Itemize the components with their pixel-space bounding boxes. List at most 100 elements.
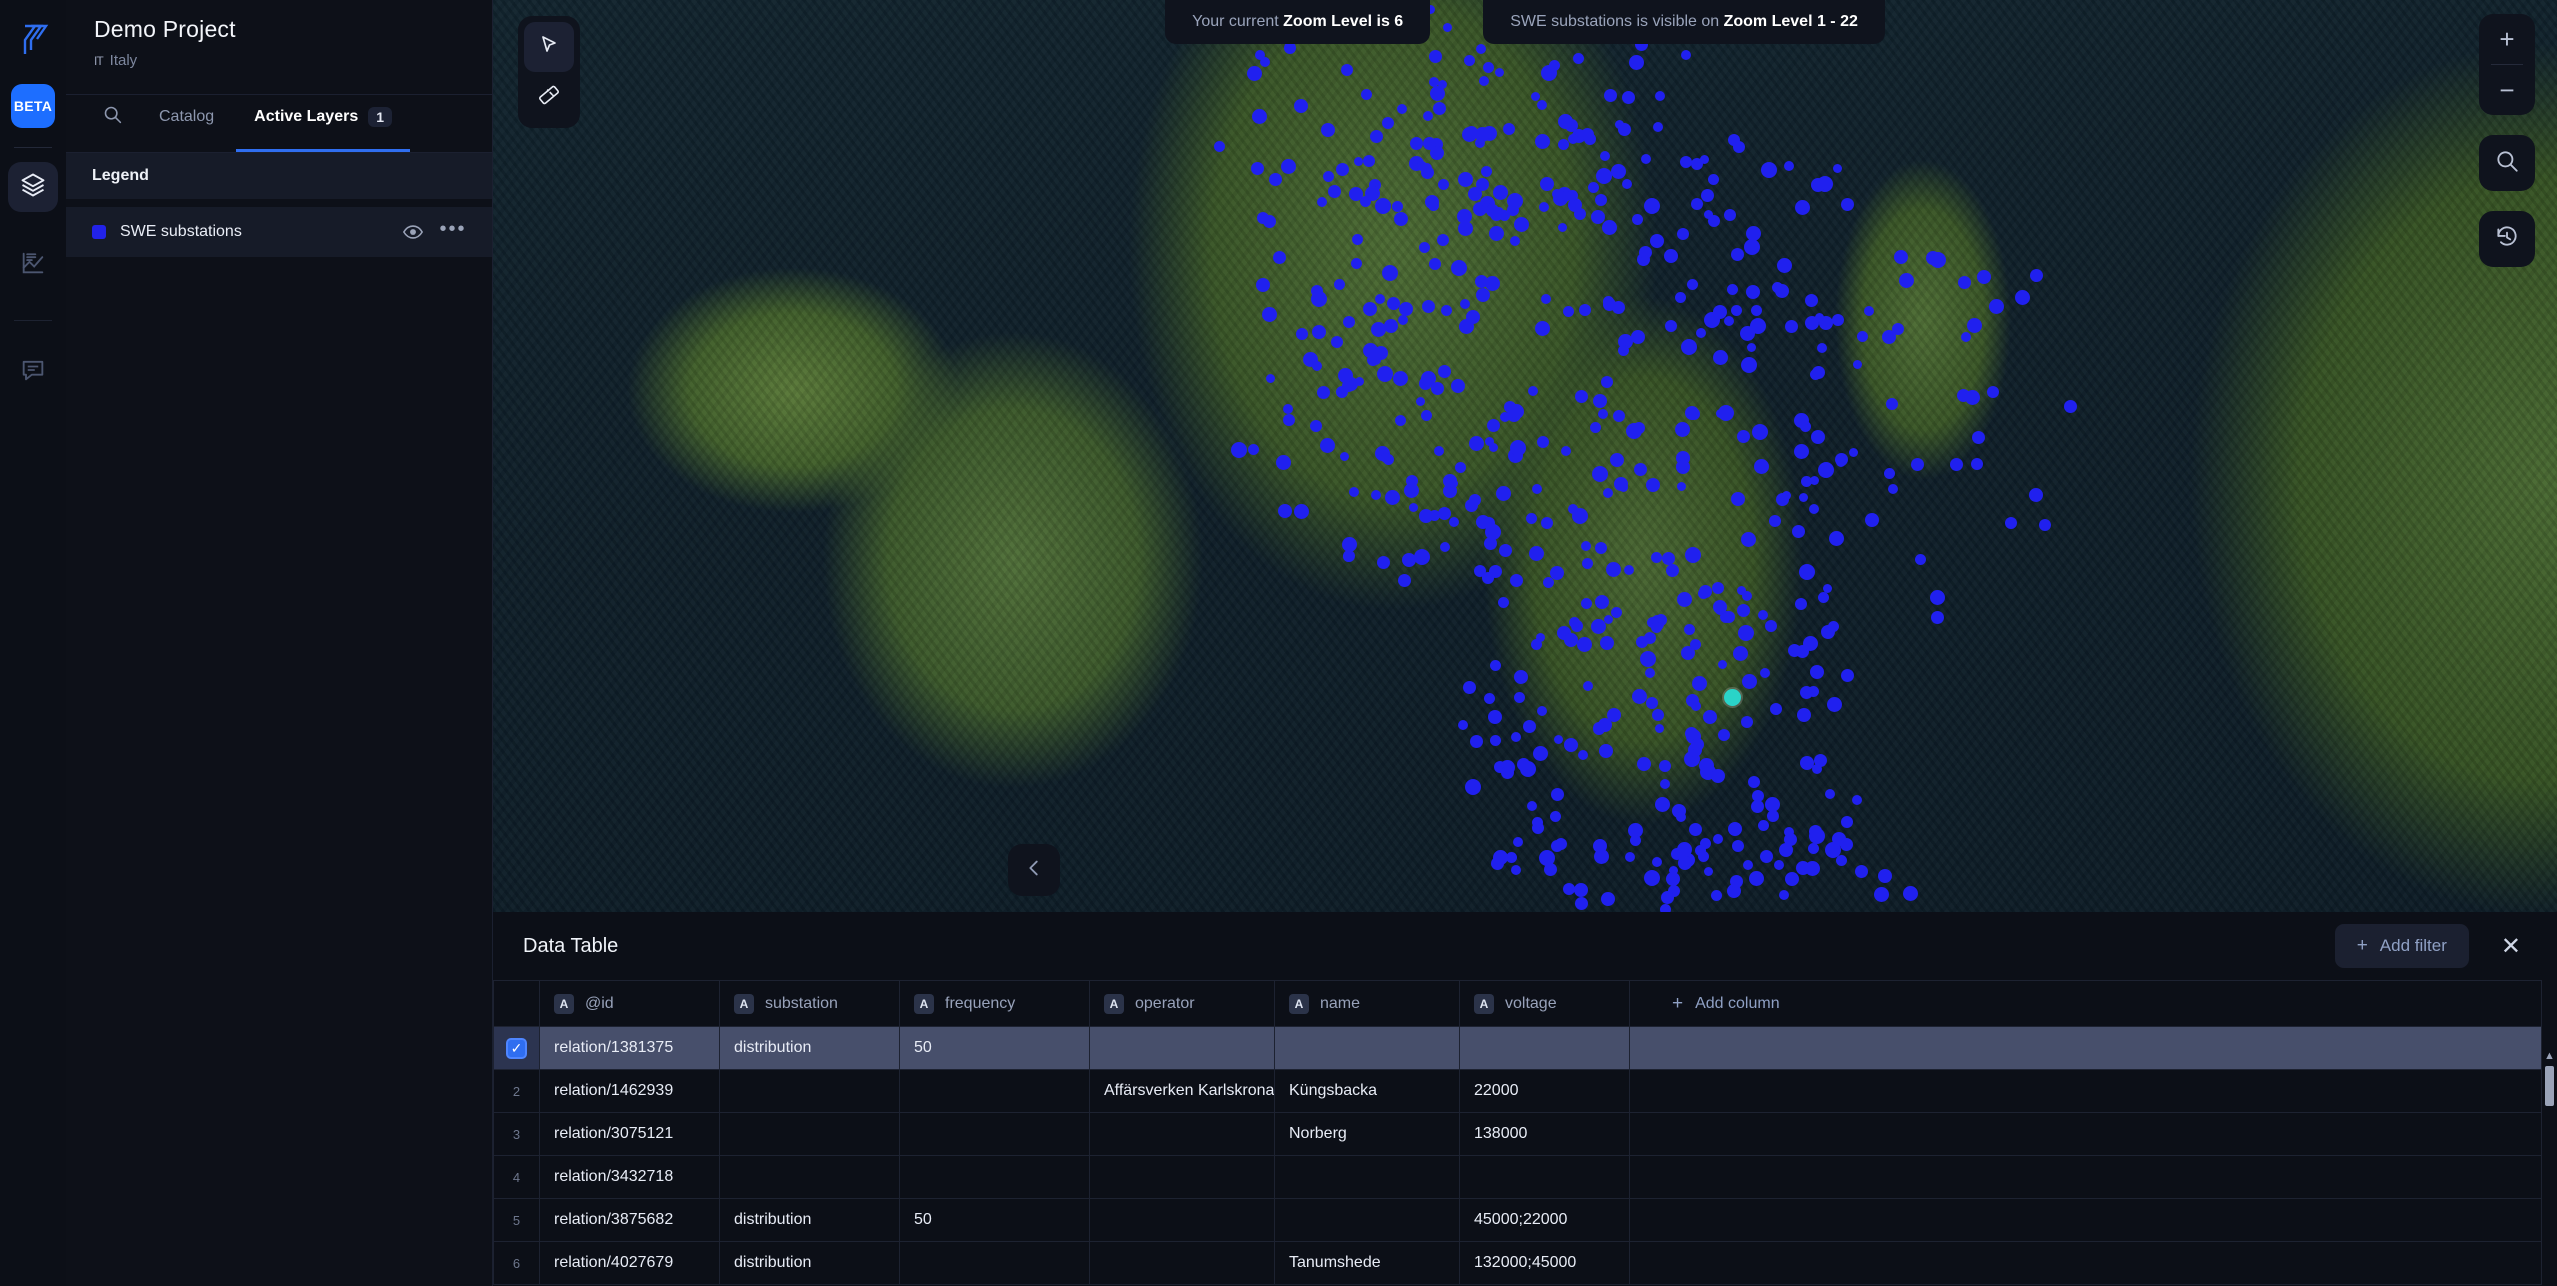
map-marker[interactable] [1488,710,1502,724]
map-marker[interactable] [1661,891,1674,904]
map-marker[interactable] [1231,442,1247,458]
map-marker[interactable] [1724,209,1736,221]
table-cell-voltage[interactable]: 22000 [1459,1069,1630,1113]
map-marker[interactable] [1713,350,1728,365]
map-marker[interactable] [1931,611,1944,624]
map-marker[interactable] [1416,397,1425,406]
map-marker[interactable] [1637,757,1651,771]
map-marker[interactable] [1751,305,1762,316]
map-marker[interactable] [1434,446,1444,456]
table-cell-frequency[interactable] [899,1112,1090,1156]
map-marker[interactable] [1276,455,1291,470]
table-cell-id[interactable]: relation/1381375 [539,1026,720,1070]
map-marker[interactable] [1950,458,1963,471]
table-cell-frequency[interactable]: 50 [899,1198,1090,1242]
map-marker[interactable] [1677,228,1689,240]
map-marker[interactable] [1581,598,1592,609]
map-marker[interactable] [1741,532,1756,547]
map-marker[interactable] [1785,320,1798,333]
map-marker[interactable] [1513,837,1523,847]
map-marker[interactable] [1972,431,1985,444]
map-marker[interactable] [1731,248,1744,261]
map-marker[interactable] [1698,588,1709,599]
map-marker[interactable] [1698,851,1709,862]
map-marker[interactable] [1468,187,1482,201]
map-marker[interactable] [1676,812,1686,822]
map-marker[interactable] [1855,865,1868,878]
map-marker[interactable] [1487,419,1500,432]
map-marker[interactable] [1377,556,1390,569]
map-marker[interactable] [1598,718,1612,732]
map-marker[interactable] [1681,339,1697,355]
map-marker[interactable] [1475,127,1490,142]
map-marker[interactable] [1660,779,1670,789]
map-marker[interactable] [1742,674,1757,689]
map-marker[interactable] [1510,236,1520,246]
map-marker[interactable] [1375,294,1385,304]
map-marker[interactable] [1758,610,1768,620]
map-marker[interactable] [1874,887,1889,902]
map-marker[interactable] [1713,600,1727,614]
map-marker[interactable] [1399,302,1413,316]
map-marker[interactable] [1429,50,1442,63]
map-marker[interactable] [1930,590,1945,605]
map-marker[interactable] [1961,332,1971,342]
map-marker[interactable] [1685,406,1699,420]
map-marker[interactable] [1894,250,1908,264]
map-marker[interactable] [1691,198,1703,210]
map-marker[interactable] [1281,159,1296,174]
map-marker[interactable] [1501,766,1514,779]
map-marker[interactable] [1252,109,1267,124]
scroll-up-arrow-icon[interactable]: ▲ [2542,1048,2557,1064]
map-marker[interactable] [1677,482,1686,491]
map-marker[interactable] [1312,361,1322,371]
map-marker[interactable] [1677,592,1692,607]
map-marker[interactable] [1700,838,1711,849]
map-marker[interactable] [1827,697,1842,712]
map-marker[interactable] [1691,738,1704,751]
map-marker[interactable] [1440,542,1450,552]
map-marker[interactable] [1526,513,1537,524]
map-marker[interactable] [1833,164,1842,173]
map-marker[interactable] [1632,214,1643,225]
map-marker[interactable] [1481,166,1492,177]
map-marker[interactable] [1800,686,1813,699]
table-cell-name[interactable] [1274,1198,1460,1242]
table-cell-voltage[interactable] [1459,1155,1630,1199]
map-marker[interactable] [1340,452,1349,461]
map-marker[interactable] [1564,738,1578,752]
map-marker[interactable] [1622,91,1635,104]
map-marker[interactable] [1510,574,1523,587]
map-marker[interactable] [1794,444,1809,459]
map-marker[interactable] [1574,883,1588,897]
row-index-cell[interactable]: 5 [493,1198,540,1242]
map-marker[interactable] [2015,290,2030,305]
map-marker[interactable] [1592,466,1608,482]
map-marker[interactable] [1514,692,1525,703]
map-marker[interactable] [1795,200,1810,215]
table-cell-voltage[interactable]: 138000 [1459,1112,1630,1156]
map-marker[interactable] [1987,386,1999,398]
map-marker[interactable] [1490,735,1501,746]
map-marker[interactable] [1727,284,1738,295]
map-marker[interactable] [1836,855,1847,866]
map-marker[interactable] [1404,483,1419,498]
map-marker[interactable] [1541,294,1551,304]
map-marker[interactable] [1699,758,1714,773]
map-marker[interactable] [1886,398,1898,410]
map-marker[interactable] [1257,212,1269,224]
map-marker[interactable] [1581,128,1594,141]
map-marker[interactable] [1857,331,1868,342]
map-marker[interactable] [1531,639,1542,650]
map-marker[interactable] [1744,239,1760,255]
table-cell-substation[interactable]: distribution [719,1198,900,1242]
map-marker[interactable] [1769,515,1781,527]
column-header-name[interactable]: Aname [1274,980,1460,1027]
map-marker[interactable] [1417,161,1427,171]
map-marker[interactable] [1535,134,1550,149]
map-marker[interactable] [1689,823,1702,836]
table-cell-substation[interactable]: distribution [719,1026,900,1070]
map-marker-selected[interactable] [1724,689,1741,706]
map-search-button[interactable] [2479,135,2535,191]
map-marker[interactable] [1541,517,1553,529]
